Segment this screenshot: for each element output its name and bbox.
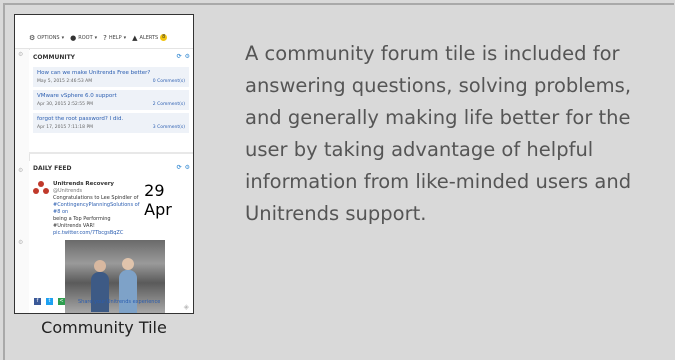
post-question[interactable]: VMware vSphere 6.0 support [37,93,185,99]
chevron-down-icon: ▾ [94,34,98,41]
tweet-date: 29 Apr [144,181,172,219]
chevron-down-icon: ▾ [123,34,127,41]
help-icon: ? [103,33,107,42]
post-comments[interactable]: 3 Comment(s) [153,125,185,130]
panel-controls: ⟳ ⚙ [174,164,190,171]
list-item[interactable]: How can we make Unitrends Free better? M… [33,67,189,87]
facebook-icon[interactable]: f [34,298,41,305]
panel-controls: ⟳ ⚙ [174,53,190,60]
refresh-icon[interactable]: ⟳ [177,164,182,171]
share-bar: f t < Share your Unitrends experience [34,298,160,305]
tweet-handle[interactable]: @Unitrends [53,188,82,194]
post-question[interactable]: forgot the root password? I did. [37,116,185,122]
root-menu[interactable]: ● ROOT ▾ [70,34,97,42]
gear-icon: ⚙ [18,167,24,174]
tweet-text-line: being a Top Performing #Unitrends VAR! [53,216,111,229]
tweet-text-line[interactable]: #ContingencyPlanningSolutions of #8 on [53,202,140,216]
options-label: OPTIONS [37,34,60,41]
list-item[interactable]: VMware vSphere 6.0 support Apr 30, 2015 … [33,90,189,110]
chevron-down-icon: ▾ [61,34,65,41]
post-comments[interactable]: 2 Comment(s) [153,102,185,107]
gear-icon: ⚙ [18,239,24,246]
gear-icon: ⚙ [18,51,24,58]
daily-feed-panel: DAILY FEED ⟳ ⚙ Unitrends Recovery @Unitre… [29,161,193,313]
post-question[interactable]: How can we make Unitrends Free better? [37,70,185,76]
alerts-label: ALERTS [139,34,159,41]
help-label: HELP [108,34,122,41]
community-panel: COMMUNITY ⟳ ⚙ How can we make Unitrends F… [29,50,193,154]
tweet-author[interactable]: Unitrends Recovery [53,181,114,187]
list-item[interactable]: forgot the root password? I did. Apr 17,… [33,113,189,133]
root-label: ROOT [78,34,93,41]
tweet: Unitrends Recovery @Unitrends Congratula… [33,181,189,237]
community-title: COMMUNITY ⟳ ⚙ [29,50,193,64]
tweet-text-line: Congratulations to Lee Spindler of [53,195,139,201]
user-icon: ● [70,33,77,42]
share-icon[interactable]: < [58,298,65,305]
settings-icon[interactable]: ⚙ [185,164,190,171]
options-menu[interactable]: ⚙ OPTIONS ▾ [29,34,64,42]
community-title-text: COMMUNITY [33,54,76,61]
twitter-icon[interactable]: t [46,298,53,305]
tweet-link[interactable]: pic.twitter.com/7TbcgsBqZC [53,230,140,237]
daily-feed-title: DAILY FEED ⟳ ⚙ [29,161,193,175]
gear-icon: ⚙ [29,33,36,42]
tweet-body: Unitrends Recovery @Unitrends Congratula… [53,181,140,237]
unitrends-logo-icon [33,181,49,195]
daily-feed-title-text: DAILY FEED [33,165,72,172]
share-text[interactable]: Share your Unitrends experience [78,299,160,305]
left-rail: ⚙ ⚙ ⚙ [15,49,30,313]
alerts-menu[interactable]: ▲ ALERTS 8 [132,33,168,42]
post-comments[interactable]: 0 Comment(s) [153,79,185,84]
settings-icon[interactable]: ⚙ [185,53,190,60]
resize-icon[interactable]: ◈ [184,303,189,311]
screenshot-topbar: ⚙ OPTIONS ▾ ● ROOT ▾ ? HELP ▾ ▲ ALERTS 8 [15,15,193,49]
description-text: A community forum tile is included for a… [245,42,632,225]
alerts-badge: 8 [160,34,168,41]
image-caption: Community Tile [41,318,167,337]
refresh-icon[interactable]: ⟳ [177,53,182,60]
community-tile-screenshot: ⚙ OPTIONS ▾ ● ROOT ▾ ? HELP ▾ ▲ ALERTS 8… [14,14,194,314]
help-menu[interactable]: ? HELP ▾ [103,34,126,42]
warning-icon: ▲ [132,33,138,42]
